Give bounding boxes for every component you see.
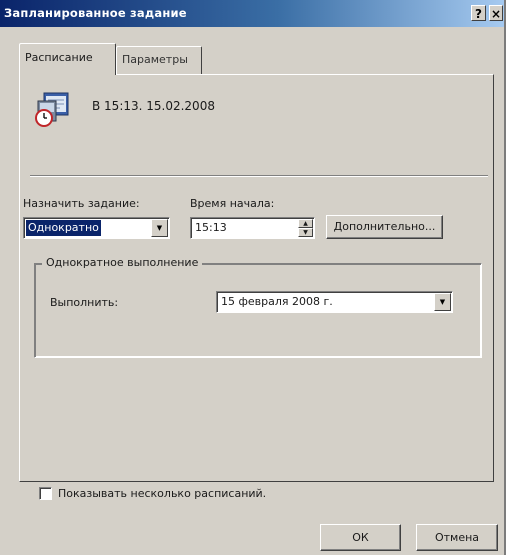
schedule-type-value: Однократно — [26, 220, 101, 236]
window-title: Запланированное задание — [4, 6, 187, 20]
cancel-button[interactable]: Отмена — [416, 524, 498, 551]
schedule-panel: В 15:13. 15.02.2008 Назначить задание: В… — [19, 74, 494, 482]
run-date-picker[interactable]: 15 февраля 2008 г. ▼ — [216, 291, 453, 313]
run-date-value: 15 февраля 2008 г. — [221, 295, 333, 308]
tab-settings[interactable]: Параметры — [116, 46, 202, 74]
run-label: Выполнить: — [50, 296, 119, 309]
schedule-type-label: Назначить задание: — [23, 197, 140, 210]
tab-schedule[interactable]: Расписание — [19, 43, 116, 75]
chevron-down-icon[interactable]: ▼ — [434, 293, 451, 311]
chevron-down-icon[interactable]: ▼ — [151, 219, 168, 237]
title-bar[interactable]: Запланированное задание ? × — [0, 0, 504, 27]
close-button[interactable]: × — [489, 5, 503, 21]
help-button[interactable]: ? — [471, 5, 486, 21]
multiple-schedules-label: Показывать несколько расписаний. — [58, 487, 267, 500]
spin-down-icon[interactable]: ▼ — [298, 228, 313, 237]
schedule-summary: В 15:13. 15.02.2008 — [92, 99, 215, 113]
spin-up-icon[interactable]: ▲ — [298, 219, 313, 228]
advanced-button[interactable]: Дополнительно... — [326, 215, 443, 239]
start-time-value: 15:13 — [195, 221, 227, 234]
once-group-legend: Однократное выполнение — [42, 256, 203, 269]
ok-button[interactable]: ОК — [320, 524, 401, 551]
multiple-schedules-checkbox[interactable] — [39, 487, 52, 500]
schedule-type-select[interactable]: Однократно ▼ — [23, 217, 170, 239]
scheduled-task-dialog: Запланированное задание ? × Расписание П… — [0, 0, 506, 555]
start-time-label: Время начала: — [190, 197, 275, 210]
start-time-field[interactable]: 15:13 ▲ ▼ — [190, 217, 315, 239]
scheduled-task-icon — [35, 92, 69, 127]
separator — [30, 175, 488, 177]
